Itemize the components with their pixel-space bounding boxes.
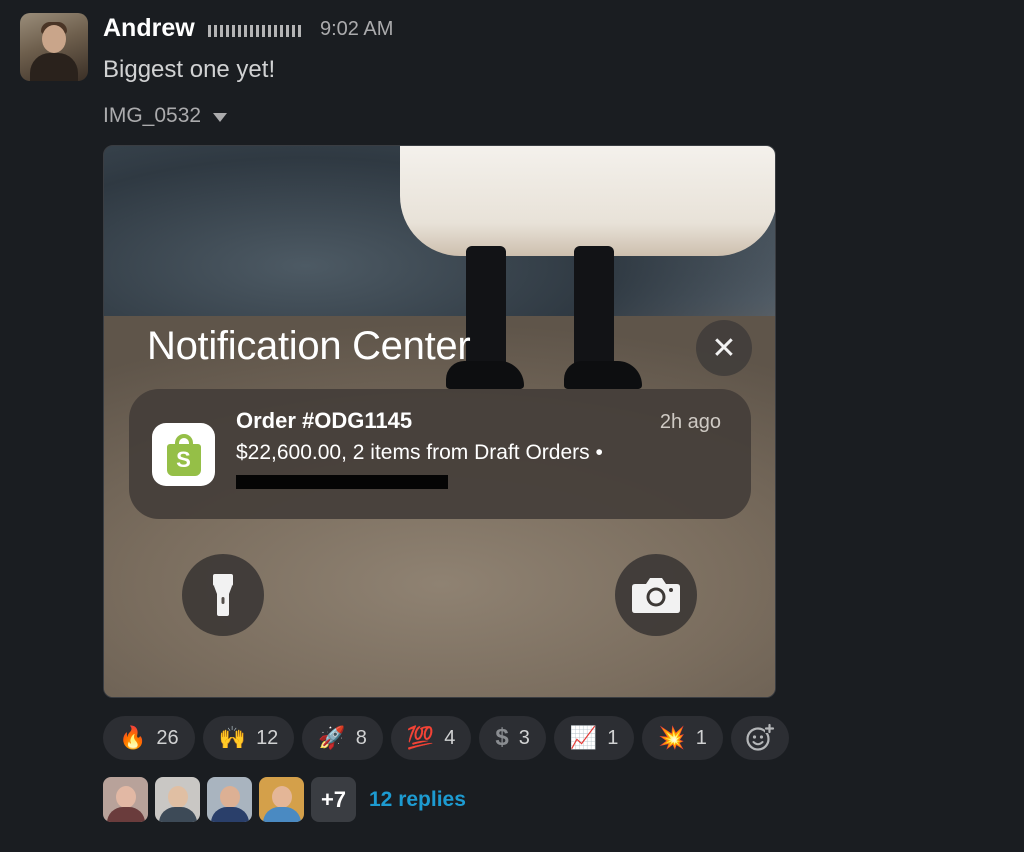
redacted-last-name [208,25,303,37]
replies-link[interactable]: 12 replies [369,788,466,812]
add-reaction-button[interactable] [730,716,789,760]
rocket-icon: 🚀 [318,725,346,750]
notification-body: $22,600.00, 2 items from Draft Orders • [236,441,603,464]
participant-avatar[interactable] [103,777,148,822]
reaction-count: 3 [518,726,530,749]
background-shoe [564,361,642,389]
background-dress [400,146,775,256]
reaction-collision[interactable]: 💥 1 [642,716,723,760]
reaction-dollar[interactable]: $ 3 [479,716,546,760]
message-timestamp[interactable]: 9:02 AM [320,18,393,41]
raised-hands-icon: 🙌 [218,725,247,750]
hundred-points-icon: 💯 [406,725,435,750]
image-attachment[interactable]: Notification Center ✕ S Order #ODG1145 2… [103,145,776,698]
dollar-icon: $ [495,724,509,751]
reaction-raised-hands[interactable]: 🙌 12 [202,716,295,760]
participant-avatar[interactable] [259,777,304,822]
reaction-count: 1 [607,726,619,749]
participant-avatar[interactable] [207,777,252,822]
caret-down-icon [213,112,228,122]
redaction-bar [236,475,448,489]
reaction-rocket[interactable]: 🚀 8 [302,716,383,760]
chart-increasing-icon: 📈 [569,725,598,750]
fire-icon: 🔥 [119,725,147,750]
camera-icon [615,554,697,636]
close-icon: ✕ [696,320,752,376]
reaction-fire[interactable]: 🔥 26 [103,716,195,760]
message-text: Biggest one yet! [103,56,276,83]
notification-title: Order #ODG1145 [236,408,413,433]
author-avatar[interactable] [20,13,88,81]
author-name[interactable]: Andrew [103,14,195,43]
reaction-count: 8 [355,726,367,749]
collision-icon: 💥 [658,725,686,750]
flashlight-icon [182,554,264,636]
add-emoji-icon [746,723,775,751]
reaction-count: 12 [256,726,279,749]
order-notification: S Order #ODG1145 2h ago $22,600.00, 2 it… [129,389,751,519]
notification-center-title: Notification Center [147,324,471,368]
shopify-bag-icon: S [152,423,215,486]
reaction-count: 26 [156,726,179,749]
attachment-toggle[interactable]: IMG_0532 [103,104,228,128]
thread-summary[interactable]: +7 12 replies [103,777,466,822]
attachment-filename: IMG_0532 [103,104,202,127]
notification-time: 2h ago [659,411,721,433]
reaction-count: 1 [695,726,707,749]
reaction-hundred[interactable]: 💯 4 [390,716,472,760]
reaction-count: 4 [444,726,456,749]
reaction-bar: 🔥 26 🙌 12 🚀 8 💯 4 $ 3 📈 1 💥 1 [103,716,789,760]
more-participants-count[interactable]: +7 [311,777,356,822]
participant-avatar[interactable] [155,777,200,822]
reaction-chart-increasing[interactable]: 📈 1 [553,716,635,760]
